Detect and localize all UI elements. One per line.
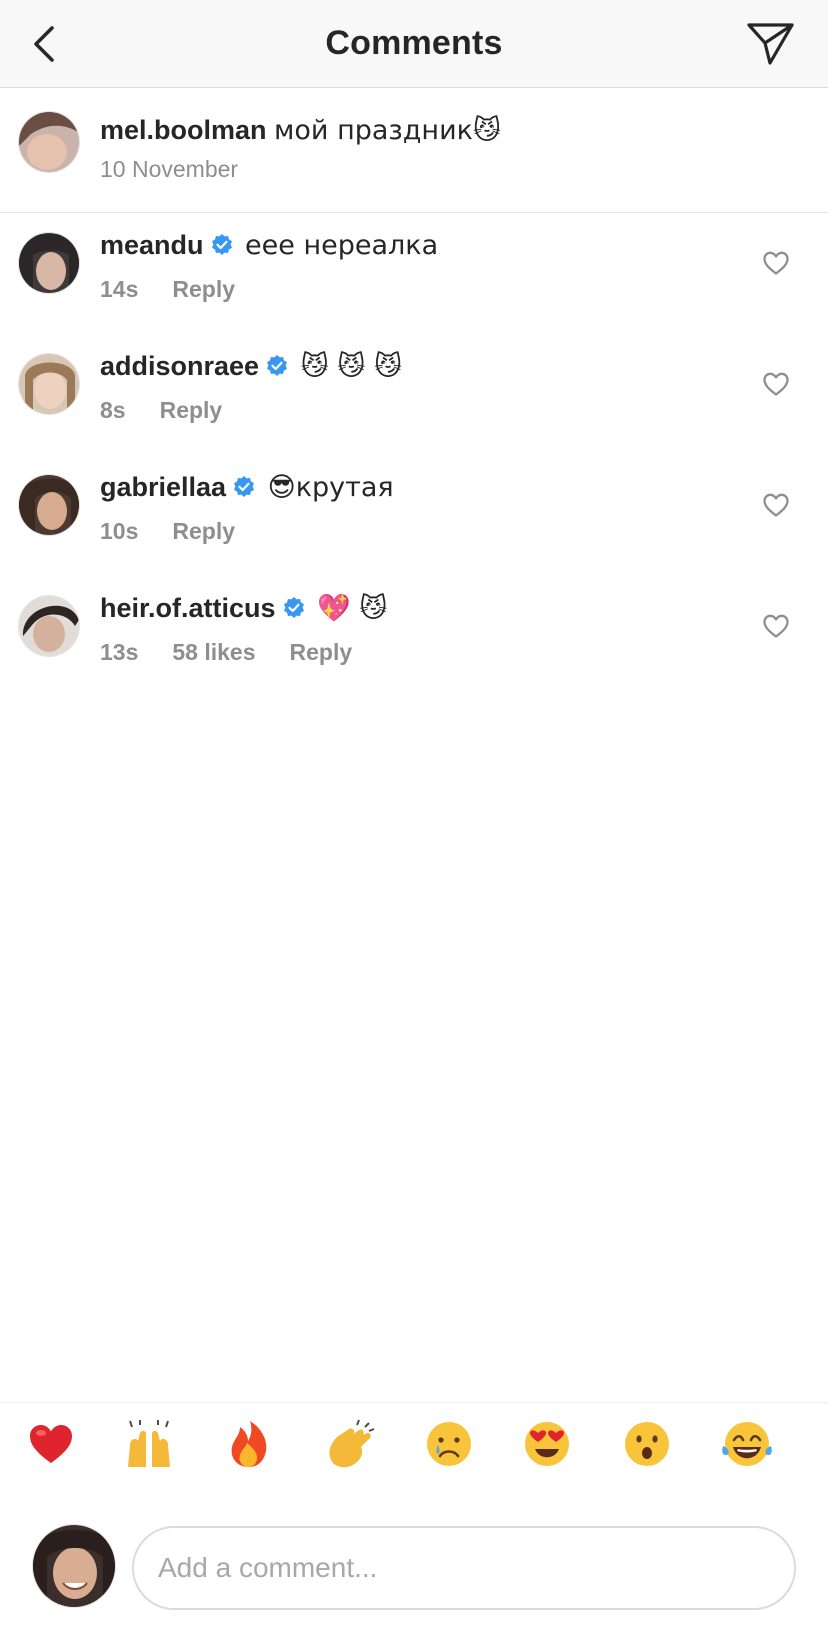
comment-line: gabriellaa 😎крутая [100, 470, 394, 505]
reaction-fire[interactable] [222, 1417, 276, 1471]
comments-screen: Comments mel.boolman мой праздник😼 10 No… [0, 0, 828, 1628]
verified-badge-icon [234, 476, 255, 497]
avatar-image [19, 475, 79, 535]
comment-row: heir.of.atticus 💖 😼 13s 58 likes Reply [0, 571, 828, 697]
reaction-heart[interactable] [24, 1417, 78, 1471]
reply-button[interactable]: Reply [160, 397, 223, 424]
avatar-image [19, 233, 79, 293]
comment-meta: 14s Reply [100, 276, 269, 303]
paper-plane-icon [747, 23, 794, 65]
current-user-avatar[interactable] [32, 1524, 116, 1608]
comment-meta: 10s Reply [100, 518, 269, 545]
avatar-image [33, 1525, 115, 1607]
post-caption: mel.boolman мой праздник😼 10 November [0, 89, 828, 213]
share-button[interactable] [746, 20, 796, 68]
back-button[interactable] [26, 22, 66, 66]
heart-eyes-icon [525, 1422, 569, 1466]
avatar[interactable] [18, 595, 80, 657]
raising-hands-icon [128, 1420, 170, 1467]
comment-meta: 13s 58 likes Reply [100, 639, 386, 666]
like-button[interactable] [762, 250, 790, 276]
verified-badge-icon [267, 355, 288, 376]
comment-text: 💖 😼 [317, 593, 388, 624]
chevron-left-icon [34, 26, 54, 62]
reply-button[interactable]: Reply [172, 518, 235, 545]
reply-button[interactable]: Reply [290, 639, 353, 666]
tears-of-joy-icon [722, 1422, 772, 1466]
verified-badge-icon [283, 597, 304, 618]
heart-outline-icon [763, 614, 789, 638]
avatar[interactable] [18, 111, 80, 173]
comment-row: addisonraee 😼 😼 😼 8s Reply [0, 329, 828, 455]
comment-time: 10s [100, 518, 139, 544]
reaction-raising-hands[interactable] [122, 1417, 176, 1471]
heart-outline-icon [763, 493, 789, 517]
avatar[interactable] [18, 474, 80, 536]
fire-icon [231, 1421, 267, 1467]
comment-line: meandu еее нереалка [100, 228, 438, 263]
caption-text: мой праздник😼 [274, 115, 502, 146]
comment-row: gabriellaa 😎крутая 10s Reply [0, 450, 828, 576]
comment-time: 8s [100, 397, 126, 423]
reaction-heart-eyes[interactable] [520, 1417, 574, 1471]
caption-date: 10 November [100, 156, 239, 182]
comment-composer [0, 1500, 828, 1628]
top-bar: Comments [0, 0, 828, 88]
comment-line: addisonraee 😼 😼 😼 [100, 349, 402, 384]
reaction-tears-of-joy[interactable] [720, 1417, 774, 1471]
comment-time: 14s [100, 276, 139, 302]
likes-count[interactable]: 58 likes [172, 639, 255, 666]
reaction-crying-face[interactable] [422, 1417, 476, 1471]
avatar-image [19, 112, 79, 172]
comment-text: 😼 😼 😼 [300, 351, 403, 382]
heart-outline-icon [763, 372, 789, 396]
comment-text: еее нереалка [245, 230, 439, 261]
avatar[interactable] [18, 232, 80, 294]
surprised-face-icon [625, 1422, 669, 1466]
comment-text: 😎крутая [267, 472, 394, 503]
comment-username[interactable]: meandu [100, 230, 204, 260]
heart-icon [30, 1425, 72, 1463]
quick-reactions-bar [0, 1402, 828, 1474]
like-button[interactable] [762, 613, 790, 639]
comment-line: heir.of.atticus 💖 😼 [100, 591, 387, 626]
crying-face-icon [427, 1422, 471, 1466]
comment-time: 13s [100, 639, 139, 665]
avatar-image [19, 596, 79, 656]
reaction-clapping-hands[interactable] [322, 1417, 376, 1471]
like-button[interactable] [762, 492, 790, 518]
verified-badge-icon [211, 234, 232, 255]
avatar[interactable] [18, 353, 80, 415]
caption-username[interactable]: mel.boolman [100, 115, 267, 145]
clapping-hands-icon [329, 1419, 375, 1468]
page-title: Comments [325, 24, 503, 62]
comment-meta: 8s Reply [100, 397, 256, 424]
comment-input[interactable] [132, 1526, 796, 1610]
comment-row: meandu еее нереалка 14s Reply [0, 208, 828, 334]
comment-username[interactable]: heir.of.atticus [100, 593, 276, 623]
comment-username[interactable]: gabriellaa [100, 472, 226, 502]
reaction-surprised-face[interactable] [620, 1417, 674, 1471]
comment-username[interactable]: addisonraee [100, 351, 259, 381]
heart-outline-icon [763, 251, 789, 275]
reply-button[interactable]: Reply [172, 276, 235, 303]
avatar-image [19, 354, 79, 414]
caption-line: mel.boolman мой праздник😼 [100, 113, 501, 148]
like-button[interactable] [762, 371, 790, 397]
